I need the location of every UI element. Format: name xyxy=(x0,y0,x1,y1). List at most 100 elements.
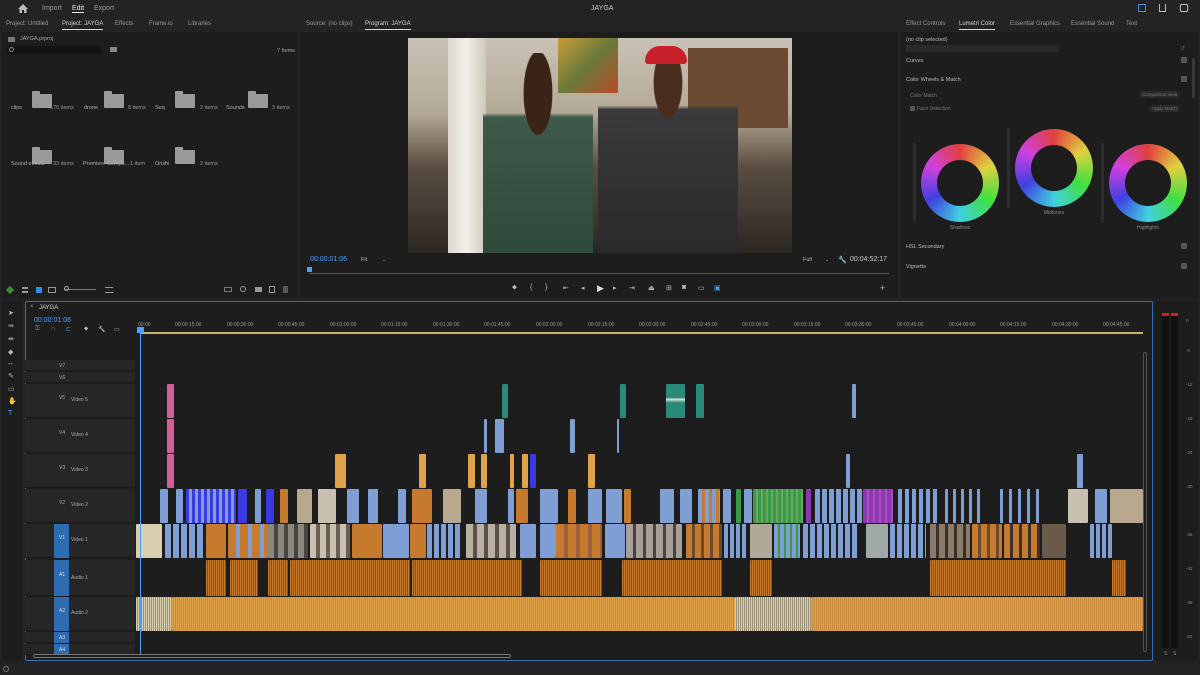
freeform-view-icon[interactable] xyxy=(48,287,56,293)
clip-dropdown[interactable] xyxy=(906,45,1059,52)
fit-dropdown[interactable]: Fit xyxy=(361,257,367,263)
color-wheels-checkbox[interactable] xyxy=(1181,76,1187,82)
clip-v2[interactable] xyxy=(815,489,863,523)
tab-program[interactable]: Program: JAYGA xyxy=(365,21,411,30)
sequence-tab[interactable]: JAYGA xyxy=(39,305,58,311)
clip-v2[interactable] xyxy=(186,489,236,523)
clip-v1[interactable] xyxy=(352,524,382,558)
chevron-down-icon[interactable]: ⌄ xyxy=(825,257,829,263)
clip-a1[interactable] xyxy=(290,560,410,596)
clip-v2[interactable] xyxy=(736,489,741,523)
linked-selection-icon[interactable]: ⊏ xyxy=(66,326,71,333)
midtones-slider[interactable] xyxy=(1007,128,1010,208)
clip-v2[interactable] xyxy=(280,489,288,523)
clip-v1[interactable] xyxy=(165,524,205,558)
new-bin-bottom-icon[interactable] xyxy=(255,287,262,292)
step-forward-icon[interactable]: ▸ xyxy=(613,284,617,292)
status-icon[interactable] xyxy=(3,666,9,672)
clip-v1[interactable] xyxy=(750,524,772,558)
clip-v1[interactable] xyxy=(1004,524,1040,558)
clip-v1[interactable] xyxy=(803,524,859,558)
snap-icon[interactable]: ∩ xyxy=(51,326,55,332)
clip-a2-music[interactable] xyxy=(735,597,811,631)
automate-icon[interactable] xyxy=(224,287,232,292)
trash-icon[interactable] xyxy=(283,286,288,293)
timeline-timecode[interactable]: 00:00:01:06 xyxy=(34,317,71,324)
highlights-slider[interactable] xyxy=(1101,143,1104,223)
playhead-handle[interactable] xyxy=(137,327,144,333)
source-patch[interactable] xyxy=(54,597,69,631)
clip-v2[interactable] xyxy=(945,489,985,523)
clip-v2[interactable] xyxy=(863,489,893,523)
clip-v2[interactable] xyxy=(1068,489,1088,523)
clip-v1[interactable] xyxy=(972,524,1002,558)
nest-icon[interactable]: ⚿ xyxy=(35,326,40,333)
solo-right-button[interactable]: S xyxy=(1173,651,1176,657)
clip-v3[interactable] xyxy=(167,454,174,488)
clip-v2[interactable] xyxy=(1095,489,1107,523)
clip-v2[interactable] xyxy=(744,489,752,523)
clip-v2[interactable] xyxy=(568,489,576,523)
clip-v2[interactable] xyxy=(368,489,378,523)
go-to-out-icon[interactable]: ⇥ xyxy=(629,284,635,292)
clip-a1[interactable] xyxy=(1112,560,1126,596)
clip-v2[interactable] xyxy=(508,489,514,523)
extract-icon[interactable]: ⊞ xyxy=(666,284,672,292)
clip-a1[interactable] xyxy=(268,560,288,596)
clip-v2[interactable] xyxy=(1000,489,1040,523)
clip-v5[interactable] xyxy=(666,384,685,418)
clip-v2[interactable] xyxy=(160,489,168,523)
clip-v3[interactable] xyxy=(510,454,514,488)
clip-v4[interactable] xyxy=(484,419,487,453)
type-tool-icon[interactable]: T xyxy=(8,410,12,417)
razor-icon[interactable]: ◆ xyxy=(8,348,13,356)
go-to-in-icon[interactable]: ⇤ xyxy=(563,284,569,292)
clip-v5[interactable] xyxy=(620,384,626,418)
tab-effect-controls[interactable]: Effect Controls xyxy=(906,21,945,27)
clip-v3[interactable] xyxy=(588,454,595,488)
clip-v3[interactable] xyxy=(419,454,426,488)
clip-v2[interactable] xyxy=(898,489,938,523)
playhead[interactable] xyxy=(140,329,141,655)
list-view-icon[interactable] xyxy=(22,287,28,293)
nav-export[interactable]: Export xyxy=(94,5,114,12)
camera-icon[interactable]: ◙ xyxy=(682,284,686,291)
tab-effects[interactable]: Effects xyxy=(115,21,133,27)
clip-v1[interactable] xyxy=(774,524,800,558)
track-header-a2[interactable]: A2 Audio 2 xyxy=(25,597,135,631)
source-patch[interactable] xyxy=(54,560,69,596)
vignette-checkbox[interactable] xyxy=(1181,263,1187,269)
clip-v4[interactable] xyxy=(617,419,619,453)
add-button-icon[interactable]: + xyxy=(880,283,885,293)
clip-a1[interactable] xyxy=(412,560,522,596)
section-vignette[interactable]: Vignette xyxy=(906,264,926,270)
nav-edit[interactable]: Edit xyxy=(72,5,85,13)
share-icon[interactable] xyxy=(1159,4,1166,12)
clip-v5[interactable] xyxy=(167,384,174,418)
clip-v3[interactable] xyxy=(468,454,475,488)
clip-v3[interactable] xyxy=(335,454,346,488)
add-marker-icon[interactable]: ⬥ xyxy=(84,326,88,333)
clip-v1[interactable] xyxy=(605,524,625,558)
solo-left-button[interactable]: S xyxy=(1164,651,1167,657)
clip-v4[interactable] xyxy=(167,419,174,453)
track-header-v1[interactable]: V1 Video 1 xyxy=(25,524,135,558)
clip-v1[interactable] xyxy=(383,524,409,558)
chevron-down-icon[interactable]: ⌄ xyxy=(382,257,386,263)
work-area-bar[interactable] xyxy=(140,332,1143,334)
clip-v2[interactable] xyxy=(238,489,247,523)
new-bin-icon[interactable] xyxy=(110,47,117,52)
step-back-icon[interactable]: ◂ xyxy=(581,284,585,292)
clip-v5[interactable] xyxy=(852,384,856,418)
track-header-a3[interactable]: A3 xyxy=(25,632,135,643)
clip-v1[interactable] xyxy=(1090,524,1112,558)
clip-v1[interactable] xyxy=(268,524,308,558)
tab-text[interactable]: Text xyxy=(1126,21,1137,27)
wrench-icon[interactable]: 🔧 xyxy=(838,256,847,264)
pencil-icon[interactable] xyxy=(5,285,15,295)
clip-a2-music[interactable] xyxy=(811,597,1143,631)
clip-v1[interactable] xyxy=(310,524,350,558)
vertical-scrollbar[interactable] xyxy=(1143,352,1147,652)
clip-v3[interactable] xyxy=(481,454,487,488)
clip-v2[interactable] xyxy=(443,489,461,523)
